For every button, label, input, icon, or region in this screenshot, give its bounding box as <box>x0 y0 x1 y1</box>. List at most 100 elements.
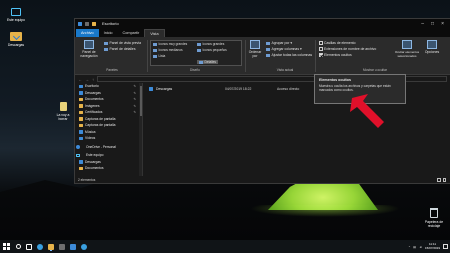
back-icon[interactable]: ← <box>78 77 82 82</box>
group-label-paneles: Paneles <box>106 68 118 72</box>
notifications-icon[interactable] <box>443 244 448 249</box>
item-checkboxes-toggle[interactable]: Casillas de elemento <box>319 41 355 45</box>
details-view-icon[interactable] <box>437 178 441 182</box>
layout-label: Detalles <box>204 60 217 64</box>
search-icon[interactable] <box>16 244 21 249</box>
file-date: 04/07/2019 18:22 <box>225 87 252 91</box>
layout-small[interactable]: Iconos pequeños <box>197 48 227 52</box>
layout-extra-large[interactable]: Iconos muy grandes <box>153 42 187 46</box>
navigation-pane: Escritorio ✎ Descargas ✎ Documentos ✎ Imáge… <box>75 83 143 176</box>
ribbon-separator <box>147 40 148 72</box>
desktop-icon-file[interactable]: La voy a borrar <box>52 102 74 121</box>
nav-item-label: Música <box>85 129 96 134</box>
add-columns-button[interactable]: Agregar columnas ▾ <box>266 47 302 51</box>
group-by-button[interactable]: Agrupar por ▾ <box>266 41 292 45</box>
nav-pane-icon <box>84 40 94 49</box>
network-icon[interactable]: ▤ <box>413 245 416 249</box>
layout-details[interactable]: Detalles <box>197 60 219 64</box>
nav-item-label: Escritorio <box>85 84 99 88</box>
checkbox <box>319 47 323 51</box>
edge-icon[interactable] <box>37 243 43 250</box>
nav-item-label: Imágenes <box>85 103 100 108</box>
quick-access-icon[interactable] <box>78 21 82 26</box>
minimize-icon[interactable]: – <box>421 21 424 27</box>
nav-scrollbar[interactable] <box>139 83 142 176</box>
tooltip-title: Elementos ocultos <box>319 78 351 82</box>
store-icon[interactable] <box>59 243 65 250</box>
pictures-folder-icon <box>79 104 83 108</box>
nav-item-label: Este equipo <box>86 153 104 157</box>
nav-pane-button[interactable]: Panel de navegación <box>78 40 100 58</box>
desktop-icon-label: Este equipo <box>7 18 25 22</box>
tab-inicio[interactable]: Inicio <box>99 29 118 37</box>
fit-columns-icon <box>266 53 270 57</box>
up-icon[interactable]: ↑ <box>92 77 94 82</box>
chrome-icon[interactable] <box>81 243 87 250</box>
fit-columns-button[interactable]: Ajustar todas las columnas <box>266 53 312 57</box>
maximize-icon[interactable]: □ <box>431 21 434 27</box>
preview-pane-button[interactable]: Panel de vista previa <box>104 41 141 45</box>
onedrive-icon <box>76 145 80 149</box>
file-extensions-toggle[interactable]: Extensiones de nombre de archivo <box>319 47 376 51</box>
sort-icon <box>250 40 260 49</box>
table-row[interactable]: Descargas <box>149 86 172 92</box>
new-folder-icon[interactable] <box>92 21 96 26</box>
window-controls: – □ × <box>421 21 447 27</box>
status-bar: 2 elementos <box>75 177 450 183</box>
tab-archivo[interactable]: Archivo <box>76 29 99 37</box>
layout-large[interactable]: Iconos grandes <box>197 42 224 46</box>
checkbox-label: Casillas de elemento <box>324 41 356 45</box>
downloads-folder-icon <box>79 160 83 164</box>
nav-item-label: OneDrive - Personal <box>86 144 116 149</box>
tab-vista[interactable]: Vista <box>144 29 165 37</box>
layout-icon <box>153 42 157 46</box>
properties-icon[interactable] <box>85 21 89 26</box>
group-label-vista-actual: Vista actual <box>276 68 294 72</box>
layout-gallery: Iconos muy grandes Iconos grandes Iconos… <box>150 40 242 66</box>
recycle-bin-icon <box>430 208 438 218</box>
windows-logo-part <box>3 247 6 250</box>
desktop-icon-recycle-bin[interactable]: Papelera de reciclaje <box>420 208 448 228</box>
windows-logo-part <box>7 243 10 246</box>
downloads-folder-icon <box>10 32 22 41</box>
hide-selected-button[interactable]: Ocultar elementos seleccionados <box>393 40 421 58</box>
clock[interactable]: 11:11 15/07/2019 <box>425 242 440 250</box>
windows-logo-part <box>7 247 10 250</box>
nav-item-onedrive[interactable]: OneDrive - Personal <box>75 144 142 151</box>
layout-label: Iconos grandes <box>202 42 225 46</box>
layout-medium[interactable]: Iconos medianos <box>153 48 183 52</box>
start-button[interactable] <box>2 242 11 251</box>
windows-logo-part <box>3 243 6 246</box>
file-icon <box>59 102 67 111</box>
desktop-icon-label: La voy a borrar <box>56 113 70 121</box>
nav-item[interactable]: Vídeos <box>75 135 142 142</box>
layout-list[interactable]: Lista <box>153 54 165 58</box>
nav-item-label: Capturas de pantalla <box>85 116 116 121</box>
explorer-window: Escritorio – □ × Archivo Inicio Comparti… <box>74 18 450 184</box>
red-arrow-annotation <box>350 94 384 128</box>
task-view-icon[interactable] <box>26 243 32 250</box>
forward-icon[interactable]: → <box>85 77 89 82</box>
desktop-icon-label: Descargas <box>7 43 25 47</box>
chevron-up-icon[interactable]: ^ <box>409 245 410 249</box>
close-icon[interactable]: × <box>441 21 444 27</box>
large-icons-view-icon[interactable] <box>442 178 446 182</box>
nav-item[interactable]: Documentos <box>75 165 142 172</box>
sort-by-button[interactable]: Ordenar por <box>246 40 264 58</box>
hidden-items-toggle[interactable]: Elementos ocultos <box>319 53 352 57</box>
sort-by-label: Ordenar por <box>248 50 262 58</box>
file-explorer-icon[interactable] <box>48 243 54 250</box>
layout-icon <box>153 54 157 58</box>
checkbox-label: Elementos ocultos <box>324 53 352 57</box>
details-pane-button[interactable]: Panel de detalles <box>104 47 136 51</box>
desktop-icon-descargas[interactable]: Descargas <box>4 32 28 47</box>
preview-pane-icon <box>104 41 108 45</box>
layout-label: Iconos muy grandes <box>158 42 188 46</box>
desktop-icon-este-equipo[interactable]: Este equipo <box>4 8 28 22</box>
options-button[interactable]: Opciones <box>421 40 443 54</box>
mail-icon[interactable] <box>70 243 76 250</box>
tab-compartir[interactable]: Compartir <box>118 29 145 37</box>
downloads-folder-icon <box>79 91 83 95</box>
group-label-mostrar: Mostrar u ocultar <box>363 68 387 72</box>
volume-icon[interactable]: ◄ <box>419 245 422 249</box>
